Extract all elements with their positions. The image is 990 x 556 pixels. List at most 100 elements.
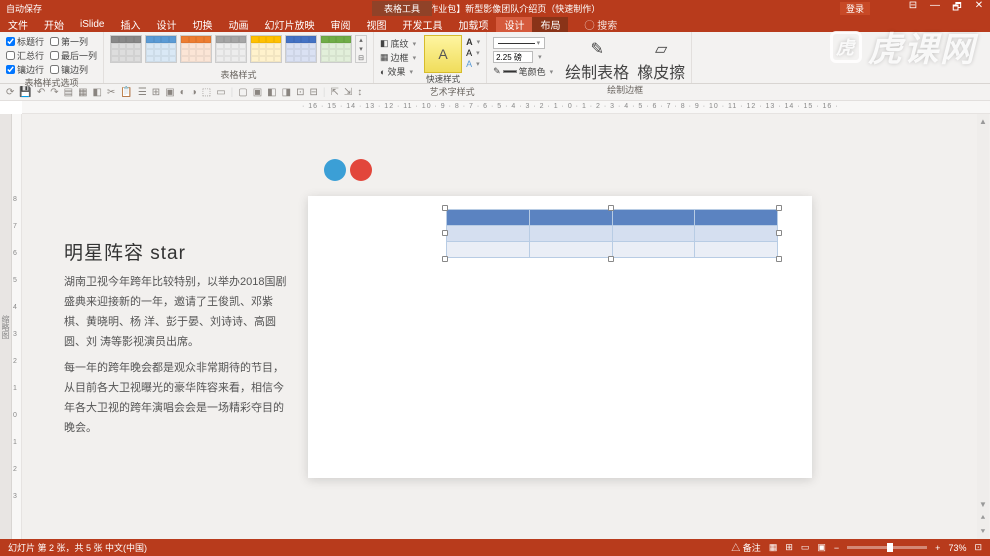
slide[interactable] (308, 196, 812, 478)
scroll-up-icon[interactable]: ▲ (977, 114, 989, 128)
qat-icon[interactable]: ▤ (64, 87, 73, 98)
style-thumb-1[interactable] (110, 35, 142, 63)
effects-dropdown[interactable]: ◐ 效果 (380, 65, 416, 78)
selection-handle[interactable] (776, 230, 782, 236)
shading-dropdown[interactable]: ◧ 底纹 (380, 37, 416, 50)
tab-home[interactable]: 开始 (36, 17, 72, 32)
tab-slideshow[interactable]: 幻灯片放映 (256, 17, 322, 32)
thumbnail-pane-collapsed[interactable]: 缩略图 (0, 114, 12, 539)
qat-icon[interactable]: ⬚ (202, 87, 211, 98)
text-fill-dropdown[interactable]: A (466, 37, 480, 47)
table-row[interactable] (447, 226, 778, 242)
chk-banded-row[interactable]: 镶边行 (6, 63, 44, 76)
chk-first-col[interactable]: 第一列 (50, 35, 97, 48)
notes-button[interactable]: △ 备注 (731, 541, 761, 554)
slide-counter[interactable]: 幻灯片 第 2 张，共 5 张 中文(中国) (8, 541, 147, 554)
selection-handle[interactable] (442, 205, 448, 211)
autosave-toggle[interactable]: 自动保存 (6, 2, 42, 15)
view-sorter-icon[interactable]: ⊞ (785, 542, 793, 553)
gallery-more-button[interactable]: ▴▾⊟ (355, 35, 367, 63)
selection-handle[interactable] (442, 256, 448, 262)
tab-file[interactable]: 文件 (0, 17, 36, 32)
qat-icon[interactable]: ↕ (357, 87, 362, 98)
tab-islide[interactable]: iSlide (72, 19, 112, 30)
selection-handle[interactable] (776, 256, 782, 262)
draw-table-button[interactable]: ✎绘制表格 (565, 39, 629, 83)
tab-view[interactable]: 视图 (358, 17, 394, 32)
ribbon-display-icon[interactable]: ⊟ (902, 0, 924, 17)
qat-icon[interactable]: ▣ (253, 87, 262, 98)
qat-icon[interactable]: ◧ (93, 87, 102, 98)
qat-redo-icon[interactable]: ↷ (50, 87, 58, 98)
qat-icon[interactable]: 📋 (120, 87, 132, 98)
qat-icon[interactable]: ▢ (238, 87, 247, 98)
slide-canvas[interactable]: 明星阵容 star 湖南卫视今年跨年比较特别，以举办2018国剧盛典来迎接新的一… (22, 114, 990, 539)
quick-styles-button[interactable]: A (424, 35, 462, 73)
qat-icon[interactable]: ◐ (180, 87, 186, 98)
selection-handle[interactable] (442, 230, 448, 236)
minimize-icon[interactable]: — (924, 0, 946, 17)
style-thumb-5[interactable] (250, 35, 282, 63)
qat-icon[interactable]: ⊞ (152, 87, 160, 98)
vertical-scrollbar[interactable]: ▲ ▼ ⯅ ⯆ (977, 114, 989, 539)
qat-icon[interactable]: ⇲ (344, 87, 352, 98)
search-box[interactable]: ◯ 搜索 (576, 17, 625, 32)
pen-style-dropdown[interactable] (493, 37, 545, 49)
borders-dropdown[interactable]: ▦ 边框 (380, 51, 416, 64)
close-icon[interactable]: ✕ (968, 0, 990, 17)
tab-table-layout[interactable]: 布局 (532, 17, 568, 32)
style-thumb-4[interactable] (215, 35, 247, 63)
qat-icon[interactable]: ◨ (282, 87, 291, 98)
style-thumb-2[interactable] (145, 35, 177, 63)
login-button[interactable]: 登录 (840, 2, 870, 15)
qat-icon[interactable]: ⇱ (330, 87, 338, 98)
tab-developer[interactable]: 开发工具 (394, 17, 450, 32)
tab-design[interactable]: 设计 (148, 17, 184, 32)
tab-animations[interactable]: 动画 (220, 17, 256, 32)
chk-header-row[interactable]: 标题行 (6, 35, 44, 48)
qat-icon[interactable]: ⊡ (296, 87, 304, 98)
selection-handle[interactable] (776, 205, 782, 211)
qat-icon[interactable]: ▭ (216, 87, 225, 98)
table-object[interactable] (446, 209, 778, 258)
view-slideshow-icon[interactable]: ▣ (817, 542, 826, 553)
table-styles-gallery[interactable]: ▴▾⊟ (110, 35, 367, 63)
selection-handle[interactable] (608, 256, 614, 262)
chk-banded-col[interactable]: 镶边列 (50, 63, 97, 76)
eraser-button[interactable]: ▱橡皮擦 (637, 39, 685, 83)
tab-transitions[interactable]: 切换 (184, 17, 220, 32)
qat-icon[interactable]: ✂ (107, 87, 115, 98)
zoom-out-icon[interactable]: − (834, 543, 839, 553)
qat-undo-icon[interactable]: ↶ (37, 87, 45, 98)
chk-last-col[interactable]: 最后一列 (50, 49, 97, 62)
style-thumb-7[interactable] (320, 35, 352, 63)
text-outline-dropdown[interactable]: A (466, 48, 480, 58)
restore-icon[interactable]: 🗗 (946, 0, 968, 17)
qat-icon[interactable]: ☰ (138, 87, 147, 98)
style-thumb-6[interactable] (285, 35, 317, 63)
qat-icon[interactable]: ⊟ (309, 87, 317, 98)
table-row[interactable] (447, 210, 778, 226)
qat-icon[interactable]: ◑ (191, 87, 197, 98)
qat-autosave-icon[interactable]: ⟳ (6, 87, 14, 98)
scroll-down-icon[interactable]: ▼ (977, 497, 989, 511)
next-slide-icon[interactable]: ⯆ (977, 525, 989, 539)
tab-table-design[interactable]: 设计 (496, 17, 532, 32)
pen-color-dropdown[interactable]: ✎ 笔颜色 (493, 65, 553, 78)
tab-addins[interactable]: 加载项 (450, 17, 496, 32)
zoom-level[interactable]: 73% (948, 543, 966, 553)
zoom-in-icon[interactable]: + (935, 543, 940, 553)
selection-handle[interactable] (608, 205, 614, 211)
qat-save-icon[interactable]: 💾 (19, 87, 31, 98)
view-normal-icon[interactable]: ▦ (769, 542, 778, 553)
fit-to-window-icon[interactable]: ⊡ (974, 542, 982, 553)
style-thumb-3[interactable] (180, 35, 212, 63)
pen-weight-dropdown[interactable] (493, 51, 553, 63)
zoom-slider[interactable] (847, 546, 927, 549)
qat-icon[interactable]: ◧ (267, 87, 276, 98)
text-effects-dropdown[interactable]: A (466, 59, 480, 69)
chk-total-row[interactable]: 汇总行 (6, 49, 44, 62)
view-reading-icon[interactable]: ▭ (801, 542, 810, 553)
prev-slide-icon[interactable]: ⯅ (977, 511, 989, 525)
tab-review[interactable]: 审阅 (322, 17, 358, 32)
